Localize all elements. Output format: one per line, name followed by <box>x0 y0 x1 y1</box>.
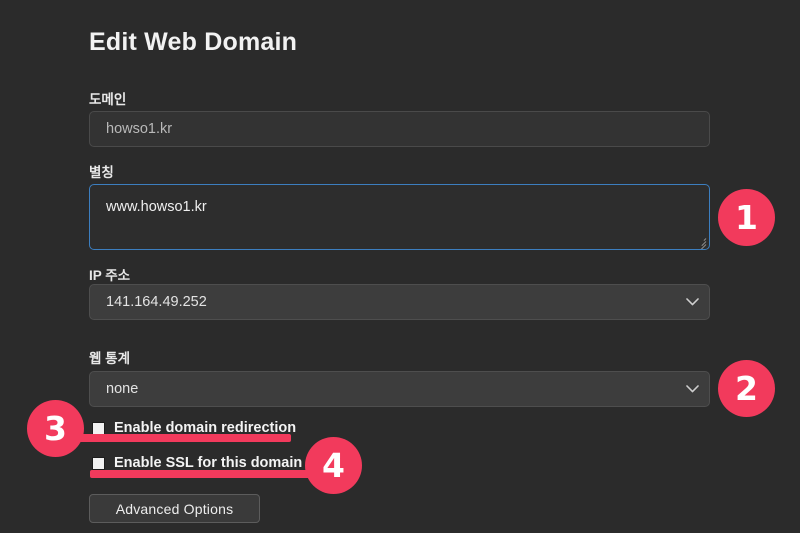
annotation-underline-4 <box>90 470 312 478</box>
edit-web-domain-page: Edit Web Domain 도메인 별칭 IP 주소 141.164.49.… <box>0 0 800 533</box>
annotation-underline-3 <box>75 434 291 442</box>
annotation-badge-2: 2 <box>718 360 775 417</box>
chevron-down-icon <box>675 298 709 306</box>
alias-textarea-wrapper[interactable] <box>89 184 710 250</box>
ip-address-value: 141.164.49.252 <box>106 294 207 310</box>
ip-address-select[interactable]: 141.164.49.252 <box>89 284 710 320</box>
ssl-row[interactable]: Enable SSL for this domain <box>92 455 302 471</box>
ssl-checkbox[interactable] <box>92 456 105 470</box>
annotation-badge-1: 1 <box>718 189 775 246</box>
domain-input[interactable] <box>89 111 710 147</box>
annotation-badge-4: 4 <box>305 437 362 494</box>
ssl-label: Enable SSL for this domain <box>114 455 303 471</box>
page-title: Edit Web Domain <box>89 28 298 56</box>
web-statistics-select[interactable]: none <box>89 371 710 407</box>
domain-label: 도메인 <box>89 92 127 107</box>
alias-textarea[interactable] <box>90 185 709 249</box>
domain-redirection-checkbox[interactable] <box>92 421 105 435</box>
annotation-badge-3: 3 <box>27 400 84 457</box>
ip-address-label: IP 주소 <box>89 268 131 283</box>
advanced-options-button[interactable]: Advanced Options <box>89 494 260 523</box>
web-statistics-value: none <box>106 381 139 397</box>
web-statistics-label: 웹 통계 <box>89 351 131 366</box>
chevron-down-icon <box>675 385 709 393</box>
alias-label: 별칭 <box>89 165 114 180</box>
